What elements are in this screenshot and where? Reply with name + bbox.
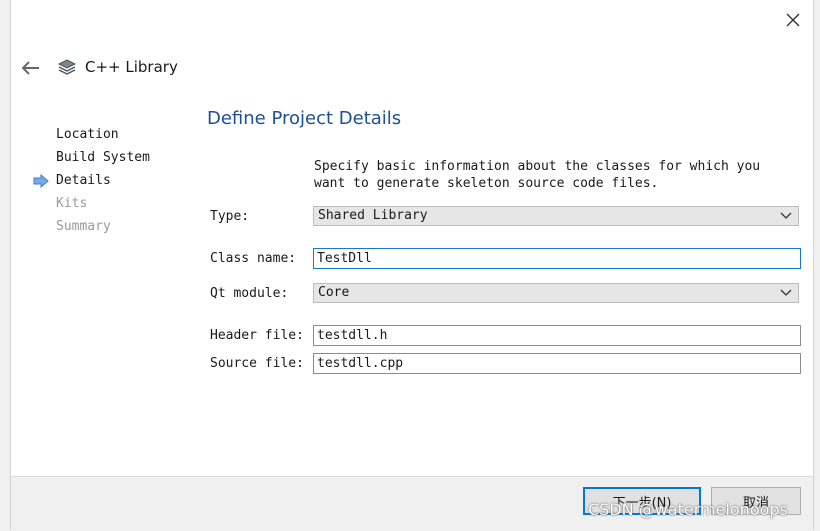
source-file-label: Source file:	[210, 356, 304, 371]
step-location: Location	[11, 126, 201, 149]
type-label: Type:	[210, 209, 250, 224]
header-file-label: Header file:	[210, 328, 304, 343]
page-title: Define Project Details	[207, 108, 402, 129]
step-build-system: Build System	[11, 149, 201, 172]
type-combobox[interactable]: Shared Library	[313, 206, 799, 226]
step-details: Details	[11, 172, 201, 195]
current-step-arrow-icon	[33, 174, 49, 188]
step-kits: Kits	[11, 195, 201, 218]
step-label: Summary	[56, 219, 111, 234]
qt-module-label: Qt module:	[210, 286, 289, 301]
back-button[interactable]	[19, 56, 43, 80]
step-label: Details	[56, 173, 111, 188]
wizard-steps: Location Build System Details Kits Summa…	[11, 126, 201, 241]
step-label: Kits	[56, 196, 88, 211]
wizard-title: C++ Library	[85, 58, 178, 76]
step-label: Location	[56, 127, 119, 142]
qt-module-value: Core	[318, 285, 350, 300]
description-line: want to generate skeleton source code fi…	[314, 176, 659, 191]
wizard-dialog: C++ Library Location Build System Detail…	[10, 0, 814, 531]
step-label: Build System	[56, 150, 150, 165]
qt-module-combobox[interactable]: Core	[313, 283, 799, 303]
source-file-input[interactable]	[313, 353, 801, 374]
library-stack-icon	[57, 59, 77, 75]
close-button[interactable]	[781, 8, 805, 32]
chevron-down-icon	[780, 212, 792, 219]
header-file-input[interactable]	[313, 325, 801, 346]
class-name-input[interactable]	[313, 248, 801, 269]
description-line: Specify basic information about the clas…	[314, 159, 761, 174]
chevron-down-icon	[780, 289, 792, 296]
class-name-label: Class name:	[210, 251, 297, 266]
close-icon	[786, 13, 800, 27]
page-description: Specify basic information about the clas…	[314, 158, 794, 192]
type-value: Shared Library	[318, 208, 428, 223]
watermark: CSDN @watermelonoops	[588, 500, 788, 519]
back-arrow-icon	[22, 61, 39, 75]
step-summary: Summary	[11, 218, 201, 241]
